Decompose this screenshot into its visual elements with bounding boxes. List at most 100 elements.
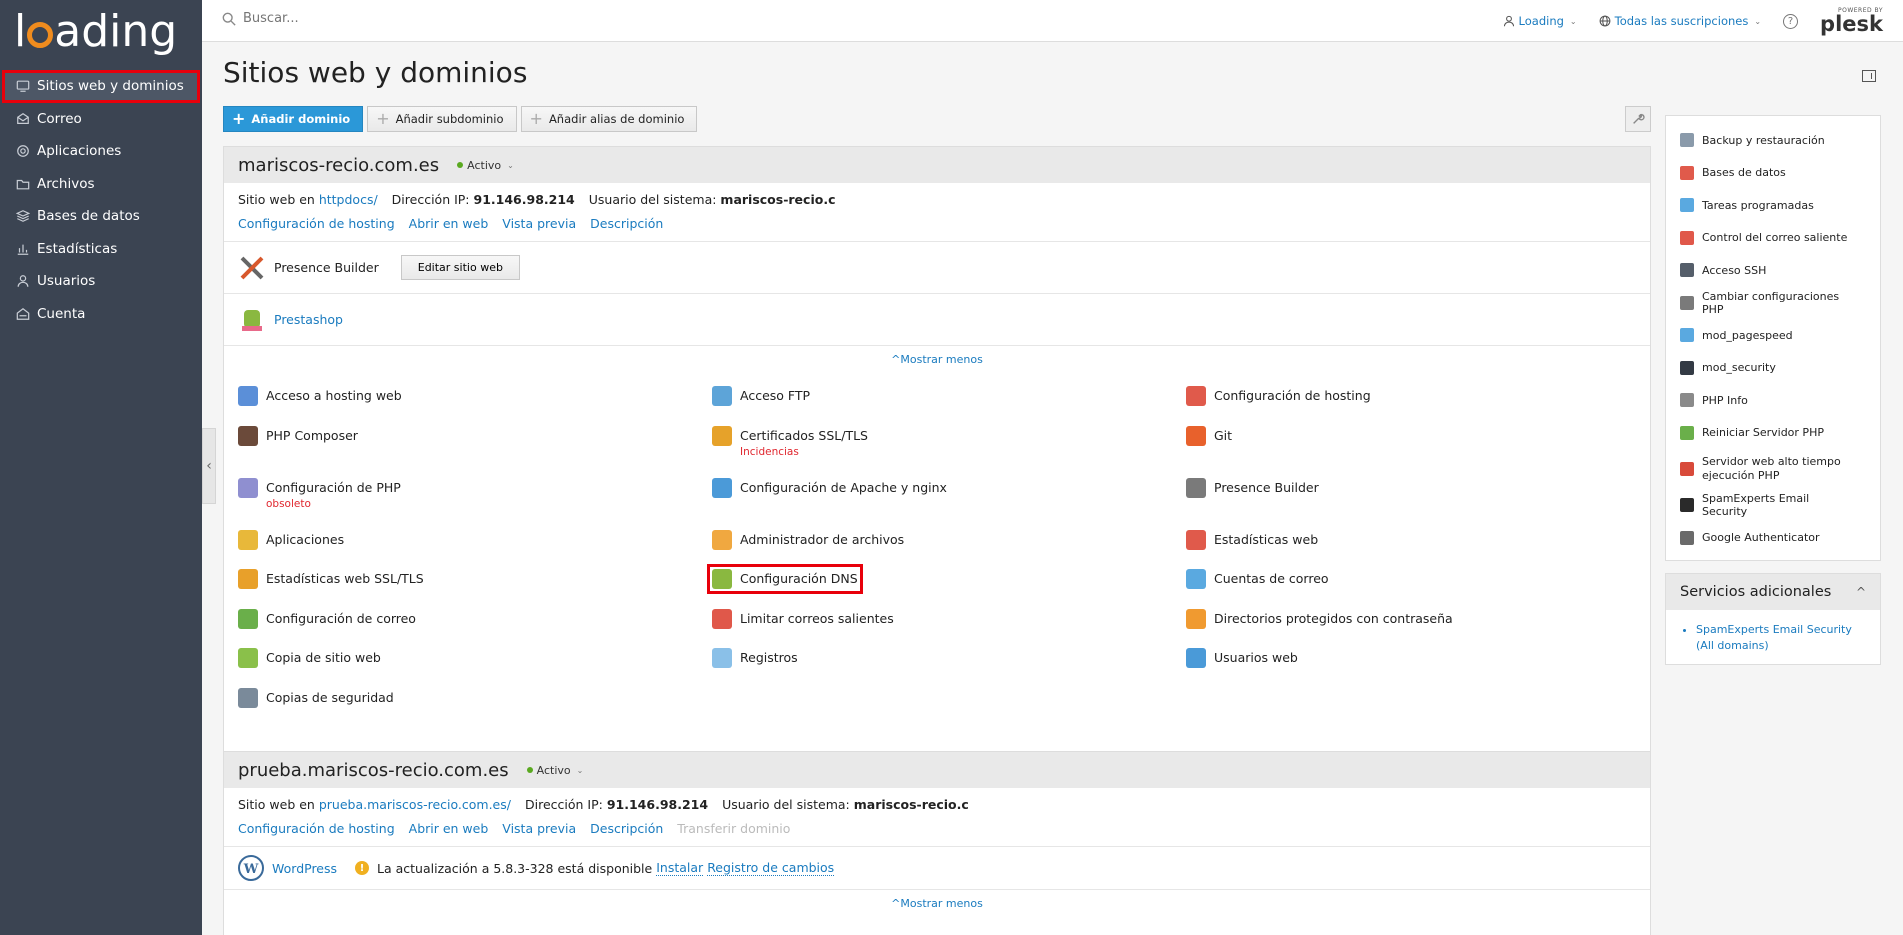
search-input[interactable] bbox=[243, 11, 543, 26]
quick-tool-cambiar-configuraciones-php[interactable]: Cambiar configuraciones PHP bbox=[1666, 287, 1880, 320]
tool-configuracion-de-php[interactable]: Configuración de PHP obsoleto bbox=[238, 478, 401, 510]
tool-copia-de-sitio-web[interactable]: Copia de sitio web bbox=[238, 648, 381, 668]
quick-tool-backup-y-restauracion[interactable]: Backup y restauración bbox=[1666, 124, 1880, 157]
domain-header: prueba.mariscos-recio.com.es Activo ⌄ bbox=[224, 752, 1650, 788]
sidebar: l ading Sitios web y dominios Correo Aplica… bbox=[0, 0, 202, 935]
add-subdomain-button[interactable]: + Añadir subdominio bbox=[367, 106, 517, 132]
site-path-link[interactable]: httpdocs/ bbox=[319, 192, 378, 207]
add-domain-button[interactable]: + Añadir dominio bbox=[223, 106, 364, 132]
preview-link[interactable]: Vista previa bbox=[502, 821, 576, 836]
tool-estadisticas-web-ssl-tls[interactable]: Estadísticas web SSL/TLS bbox=[238, 569, 424, 589]
tool-limitar-correos-salientes[interactable]: Limitar correos salientes bbox=[712, 609, 894, 629]
quick-tool-acceso-ssh[interactable]: Acceso SSH bbox=[1666, 254, 1880, 287]
quick-tools-box: Backup y restauración Bases de datos Tarea… bbox=[1665, 115, 1881, 561]
tool-configuracion-de-correo[interactable]: Configuración de correo bbox=[238, 609, 416, 629]
user-menu[interactable]: Loading ⌄ bbox=[1503, 14, 1577, 28]
brand-logo[interactable]: l ading bbox=[14, 6, 177, 57]
site-path-link[interactable]: prueba.mariscos-recio.com.es/ bbox=[319, 797, 511, 812]
gear-icon bbox=[15, 143, 31, 159]
domain-links: Configuración de hosting Abrir en web Vi… bbox=[224, 211, 1650, 235]
domain-name[interactable]: prueba.mariscos-recio.com.es bbox=[238, 760, 509, 781]
tool-cuentas-de-correo[interactable]: Cuentas de correo bbox=[1186, 569, 1329, 589]
tool-aplicaciones[interactable]: Aplicaciones bbox=[238, 530, 344, 550]
additional-services-header[interactable]: Servicios adicionales ^ bbox=[1666, 574, 1880, 610]
install-link[interactable]: Instalar bbox=[656, 860, 704, 876]
tool-acceso-ftp[interactable]: Acceso FTP bbox=[712, 386, 810, 406]
quick-tool-control-del-correo-saliente[interactable]: Control del correo saliente bbox=[1666, 222, 1880, 255]
tool-icon bbox=[238, 386, 258, 406]
quick-tool-php-info[interactable]: PHP Info bbox=[1666, 384, 1880, 417]
service-link[interactable]: SpamExperts Email Security (All domains) bbox=[1696, 622, 1866, 654]
prestashop-link[interactable]: Prestashop bbox=[274, 312, 343, 327]
sidebar-item-cuenta[interactable]: Cuenta bbox=[0, 298, 202, 331]
open-in-web-link[interactable]: Abrir en web bbox=[409, 216, 489, 231]
monitor-icon bbox=[15, 78, 31, 94]
open-in-web-link[interactable]: Abrir en web bbox=[409, 821, 489, 836]
quick-tool-mod-security[interactable]: mod_security bbox=[1666, 352, 1880, 385]
quick-tool-mod-pagespeed[interactable]: mod_pagespeed bbox=[1666, 319, 1880, 352]
status-badge[interactable]: Activo ⌄ bbox=[457, 159, 514, 172]
quick-tool-reiniciar-servidor-php[interactable]: Reiniciar Servidor PHP bbox=[1666, 417, 1880, 450]
add-alias-button[interactable]: + Añadir alias de dominio bbox=[520, 106, 698, 132]
tool-icon bbox=[238, 569, 258, 589]
sidebar-item-archivos[interactable]: Archivos bbox=[0, 168, 202, 201]
description-link[interactable]: Descripción bbox=[590, 216, 663, 231]
tool-icon bbox=[1186, 569, 1206, 589]
right-column: Backup y restauración Bases de datos Tarea… bbox=[1665, 115, 1881, 665]
domain-name[interactable]: mariscos-recio.com.es bbox=[238, 155, 439, 176]
sidebar-item-label: Estadísticas bbox=[37, 240, 118, 257]
subscriptions-menu[interactable]: Todas las suscripciones ⌄ bbox=[1599, 14, 1761, 28]
subscriptions-label: Todas las suscripciones bbox=[1614, 14, 1749, 28]
hosting-settings-link[interactable]: Configuración de hosting bbox=[238, 216, 395, 231]
tool-configuracion-de-hosting[interactable]: Configuración de hosting bbox=[1186, 386, 1371, 406]
tool-presence-builder[interactable]: Presence Builder bbox=[1186, 478, 1319, 498]
quick-tool-servidor-web-alto-tiempo-ejecucion-php[interactable]: Servidor web alto tiempo ejecución PHP bbox=[1666, 449, 1880, 489]
sidebar-item-estad-sticas[interactable]: Estadísticas bbox=[0, 233, 202, 266]
quick-tool-bases-de-datos[interactable]: Bases de datos bbox=[1666, 157, 1880, 190]
domain-links: Configuración de hosting Abrir en web Vi… bbox=[224, 816, 1650, 840]
tool-usuarios-web[interactable]: Usuarios web bbox=[1186, 648, 1298, 668]
quick-tool-icon bbox=[1680, 425, 1694, 440]
quick-tool-icon bbox=[1680, 263, 1694, 278]
chevron-up-icon: ^ bbox=[1855, 585, 1866, 599]
tool-acceso-a-hosting-web[interactable]: Acceso a hosting web bbox=[238, 386, 402, 406]
sidebar-item-sitios-web-y-dominios[interactable]: Sitios web y dominios bbox=[2, 70, 200, 103]
tool-icon bbox=[238, 609, 258, 629]
help-icon[interactable]: ? bbox=[1783, 13, 1799, 29]
preview-link[interactable]: Vista previa bbox=[502, 216, 576, 231]
sidebar-item-correo[interactable]: Correo bbox=[0, 103, 202, 136]
status-badge[interactable]: Activo ⌄ bbox=[526, 764, 583, 777]
tool-registros[interactable]: Registros bbox=[712, 648, 798, 668]
tool-configuracion-dns[interactable]: Configuración DNS bbox=[707, 564, 863, 594]
wrench-icon[interactable] bbox=[1625, 106, 1651, 132]
quick-tool-tareas-programadas[interactable]: Tareas programadas bbox=[1666, 189, 1880, 222]
sidebar-item-aplicaciones[interactable]: Aplicaciones bbox=[0, 135, 202, 168]
domain-info: Sitio web en prueba.mariscos-recio.com.e… bbox=[238, 796, 969, 812]
tool-icon bbox=[1186, 478, 1206, 498]
changelog-link[interactable]: Registro de cambios bbox=[707, 860, 835, 876]
quick-tool-google-authenticator[interactable]: Google Authenticator bbox=[1666, 522, 1880, 555]
tool-directorios-protegidos-con-contrasena[interactable]: Directorios protegidos con contraseña bbox=[1186, 609, 1453, 629]
quick-tool-spamexperts-email-security[interactable]: SpamExperts Email Security bbox=[1666, 489, 1880, 522]
right-panel-toggle-icon[interactable] bbox=[1862, 70, 1876, 82]
plus-icon: + bbox=[232, 109, 246, 128]
tool-copias-de-seguridad[interactable]: Copias de seguridad bbox=[238, 688, 394, 708]
tool-estadisticas-web[interactable]: Estadísticas web bbox=[1186, 530, 1318, 550]
description-link[interactable]: Descripción bbox=[590, 821, 663, 836]
show-less-link[interactable]: ^ Mostrar menos bbox=[224, 890, 1650, 916]
edit-site-button[interactable]: Editar sitio web bbox=[400, 255, 520, 280]
prestashop-icon bbox=[238, 306, 266, 334]
sidebar-collapse-handle[interactable]: ‹ bbox=[202, 428, 216, 504]
tool-configuracion-de-apache-y-nginx[interactable]: Configuración de Apache y nginx bbox=[712, 478, 947, 498]
tool-git[interactable]: Git bbox=[1186, 426, 1232, 446]
tool-certificados-ssl-tls[interactable]: Certificados SSL/TLS Incidencias bbox=[712, 426, 868, 458]
chevron-down-icon: ⌄ bbox=[1569, 16, 1577, 26]
sidebar-item-usuarios[interactable]: Usuarios bbox=[0, 265, 202, 298]
plus-icon: + bbox=[529, 109, 543, 128]
tool-php-composer[interactable]: PHP Composer bbox=[238, 426, 358, 446]
wordpress-link[interactable]: WordPress bbox=[272, 861, 337, 876]
hosting-settings-link[interactable]: Configuración de hosting bbox=[238, 821, 395, 836]
tool-administrador-de-archivos[interactable]: Administrador de archivos bbox=[712, 530, 904, 550]
sidebar-item-bases-de-datos[interactable]: Bases de datos bbox=[0, 200, 202, 233]
show-less-link[interactable]: ^ Mostrar menos bbox=[224, 346, 1650, 372]
